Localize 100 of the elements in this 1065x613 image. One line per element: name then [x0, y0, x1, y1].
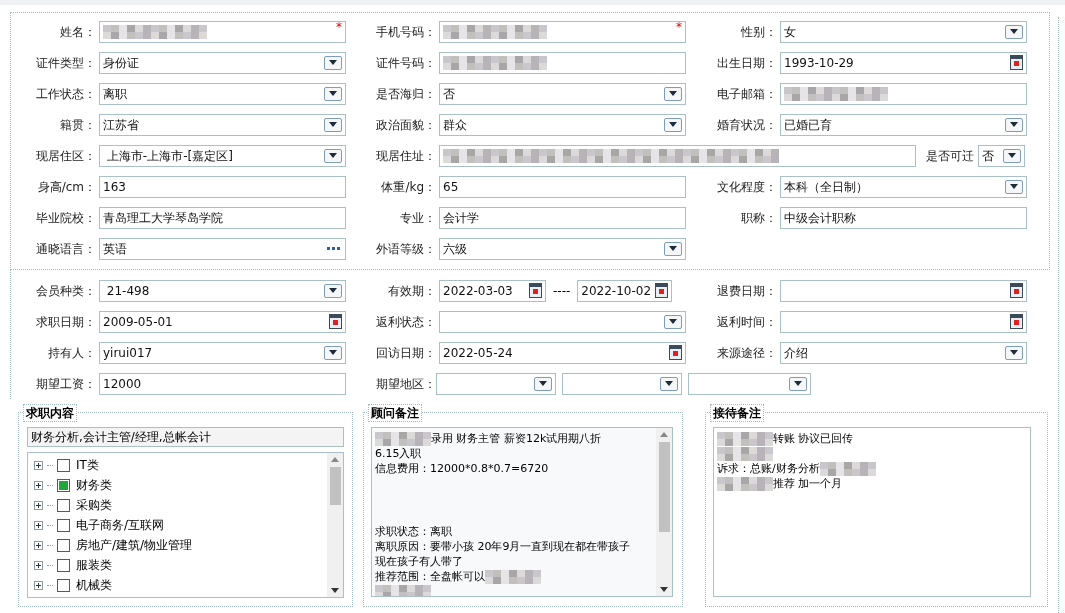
date-field[interactable]: 2022-10-02 [577, 279, 673, 302]
redacted-mosaic [717, 431, 773, 446]
required-mark: * [336, 19, 342, 34]
expand-icon[interactable] [34, 520, 43, 530]
date-field[interactable] [780, 279, 1027, 302]
select-field[interactable]: 上海市-上海市-[嘉定区] [99, 144, 346, 167]
scroll-up-icon[interactable] [331, 457, 339, 462]
panel-title: 求职内容 [23, 404, 77, 422]
field-label: 政治面貌： [375, 116, 437, 134]
notes-textarea[interactable]: 转账 协议已回传 诉求：总账/财务分析 推荐 加一个月 [713, 427, 1031, 597]
scroll-up-icon[interactable] [660, 432, 668, 437]
select-field[interactable]: 21-498 [99, 279, 346, 302]
tree-item[interactable]: 采购类 [74, 496, 112, 514]
note-text: 推荐 加一个月 [773, 476, 843, 491]
text-field[interactable] [439, 144, 916, 167]
field-value: 女 [783, 23, 797, 41]
calendar-icon[interactable] [655, 283, 669, 298]
field-value: 已婚已育 [783, 116, 833, 134]
text-field[interactable]: 65 [439, 175, 686, 198]
range-separator: ---- [552, 282, 572, 300]
text-field[interactable] [439, 51, 686, 74]
note-text: 诉求：总账/财务分析 [717, 461, 820, 476]
panel-title: 顾问备注 [368, 404, 422, 422]
text-field[interactable] [780, 82, 1027, 105]
text-field[interactable]: 12000 [99, 372, 346, 395]
checkbox[interactable] [57, 478, 70, 492]
text-field[interactable]: 中级会计职称 [780, 206, 1027, 229]
expand-icon[interactable] [34, 560, 43, 570]
note-text: 现在孩子有人带了 [375, 554, 463, 569]
redacted-mosaic [717, 446, 773, 461]
text-field[interactable]: 163 [99, 175, 346, 198]
scrollbar[interactable] [656, 428, 672, 596]
select-field[interactable] [439, 310, 686, 333]
date-field[interactable]: 2022-05-24 [439, 341, 686, 364]
select-field[interactable]: 江苏省 [99, 113, 346, 136]
select-field[interactable]: 离职 [99, 82, 346, 105]
checkbox[interactable] [57, 498, 70, 512]
select-field[interactable]: 群众 [439, 113, 686, 136]
calendar-icon[interactable] [529, 283, 542, 298]
text-field[interactable]: * [439, 20, 686, 43]
select-field[interactable]: 否 [439, 82, 686, 105]
scroll-thumb[interactable] [329, 467, 341, 505]
expand-icon[interactable] [34, 460, 43, 470]
text-field[interactable]: * [99, 20, 346, 43]
expand-icon[interactable] [34, 480, 43, 490]
checkbox[interactable] [57, 538, 70, 552]
expand-icon[interactable] [34, 500, 43, 510]
field-label: 现居住区： [35, 147, 97, 165]
field-label: 身高/cm： [36, 178, 97, 196]
checkbox[interactable] [57, 518, 70, 532]
tree-item[interactable]: IT类 [74, 456, 99, 474]
field-label: 期望地区： [375, 375, 437, 393]
calendar-icon[interactable] [669, 345, 682, 360]
select-field[interactable] [436, 372, 556, 395]
checkbox[interactable] [57, 578, 70, 592]
expand-icon[interactable] [34, 540, 43, 550]
expand-icon[interactable] [34, 580, 43, 590]
select-field[interactable] [562, 372, 682, 395]
checkbox[interactable] [57, 458, 70, 472]
calendar-icon[interactable] [1010, 314, 1023, 329]
field-value: 英语 [102, 240, 128, 258]
select-field[interactable]: 六级 [439, 237, 686, 260]
text-field[interactable]: 青岛理工大学琴岛学院 [99, 206, 346, 229]
select-field[interactable]: 本科（全日制） [780, 175, 1027, 198]
field-label: 姓名： [59, 23, 97, 41]
tree-item[interactable]: 房地产/建筑/物业管理 [74, 536, 193, 554]
field-value: 否 [442, 85, 456, 103]
scroll-thumb[interactable] [658, 442, 670, 532]
field-label: 持有人： [47, 344, 97, 362]
field-label: 回访日期： [375, 344, 437, 362]
date-field[interactable]: 1993-10-29 [780, 51, 1027, 74]
selected-jobs-field[interactable]: 财务分析,会计主管/经理,总帐会计 [27, 427, 344, 447]
select-field[interactable]: 已婚已育 [780, 113, 1027, 136]
text-field[interactable]: 会计学 [439, 206, 686, 229]
calendar-icon[interactable] [1010, 283, 1023, 298]
field-label: 籍贯： [59, 116, 97, 134]
select-field[interactable]: 否 [978, 144, 1025, 167]
scroll-down-icon[interactable] [660, 587, 668, 592]
scrollbar[interactable] [327, 453, 343, 597]
tree-item[interactable]: 财务类 [74, 476, 112, 494]
tree-item[interactable]: 机械类 [74, 576, 112, 594]
date-field[interactable]: 2022-03-03 [439, 279, 546, 302]
field-label: 是否海归： [375, 85, 437, 103]
tree-item[interactable]: 电子商务/互联网 [74, 516, 165, 534]
date-field[interactable] [780, 310, 1027, 333]
checkbox[interactable] [57, 558, 70, 572]
scroll-down-icon[interactable] [331, 588, 339, 593]
calendar-icon[interactable] [1010, 55, 1023, 70]
notes-textarea[interactable]: 录用 财务主管 薪资12k试用期八折 6.15入职 信息费用：12000*0.8*0.7=6720 求职状态：离职 离职原因：要带小孩 20年9月一直到现在都在带孩子 现在孩子有人带了 推荐范围：全盘帐可以 [371, 427, 673, 597]
select-field[interactable]: yirui017 [99, 341, 346, 364]
calendar-icon[interactable] [329, 314, 342, 329]
text-field[interactable]: 英语 [99, 237, 346, 260]
tree-item[interactable]: 服装类 [74, 556, 112, 574]
select-field[interactable] [688, 372, 811, 395]
select-field[interactable]: 介绍 [780, 341, 1027, 364]
select-field[interactable]: 身份证 [99, 51, 346, 74]
field-label: 会员种类： [35, 282, 97, 300]
more-icon[interactable] [327, 247, 341, 250]
date-field[interactable]: 2009-05-01 [99, 310, 346, 333]
select-field[interactable]: 女 [780, 20, 1027, 43]
